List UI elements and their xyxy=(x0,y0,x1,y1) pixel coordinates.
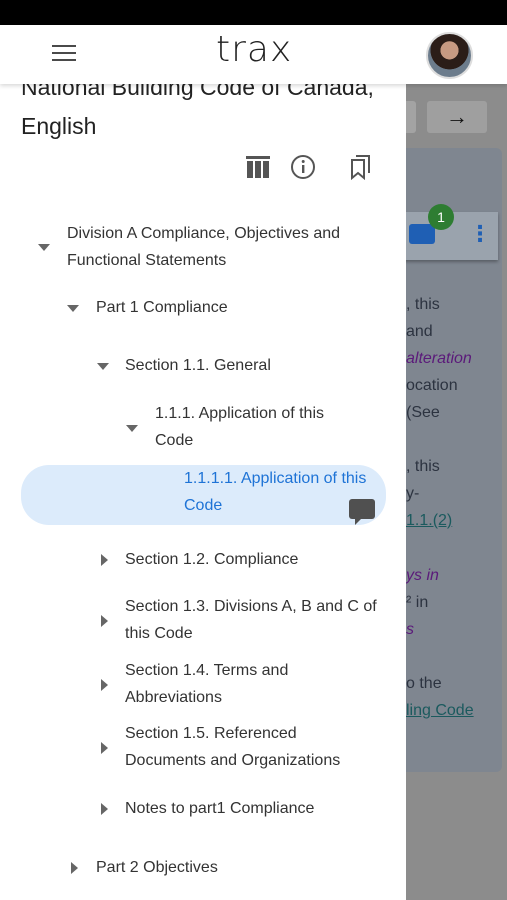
tree-item-section-1-2[interactable]: Section 1.2. Compliance xyxy=(0,546,406,573)
app-logo: trax xyxy=(216,29,293,70)
tree-item-part-2[interactable]: Part 2 Objectives xyxy=(0,854,406,881)
avatar[interactable] xyxy=(426,32,473,79)
tree-item-label: Section 1.1. General xyxy=(125,357,271,374)
content-fragment: o the xyxy=(406,675,442,692)
chevron-right-icon xyxy=(101,679,108,691)
tree-item-label: 1.1.1. Application of this Code xyxy=(155,405,324,449)
content-link[interactable]: ling Code xyxy=(406,702,474,720)
content-link[interactable]: 1.1.(2) xyxy=(406,512,452,530)
tree-item-section-1-3[interactable]: Section 1.3. Divisions A, B and C of thi… xyxy=(0,593,406,649)
tree-item-section-1-1[interactable]: Section 1.1. General xyxy=(0,352,406,379)
tree-item-division-a[interactable]: Division A Compliance, Objectives and Fu… xyxy=(0,220,406,276)
chevron-right-icon xyxy=(101,554,108,566)
chevron-down-icon xyxy=(38,244,50,251)
chevron-right-icon xyxy=(101,803,108,815)
content-fragment: ² in xyxy=(406,594,429,611)
content-fragment: s xyxy=(406,621,414,638)
content-fragment: , this xyxy=(406,296,440,313)
chevron-right-icon xyxy=(101,615,108,627)
comment-count-badge: 1 xyxy=(428,204,454,230)
comment-icon[interactable] xyxy=(409,224,435,244)
content-fragment: ocation xyxy=(406,377,458,394)
toc-drawer: National Building Code of Canada, Englis… xyxy=(0,84,406,900)
tree-item-label: Division A Compliance, Objectives and Fu… xyxy=(67,225,341,269)
chevron-down-icon xyxy=(126,425,138,432)
tree-item-label: Section 1.3. Divisions A, B and C of thi… xyxy=(125,598,377,642)
content-fragment: (See xyxy=(406,404,440,421)
tree-item-1-1-1-1[interactable]: 1.1.1.1. Application of this Code xyxy=(21,465,386,525)
chevron-right-icon xyxy=(101,742,108,754)
tree-item-notes-part-1[interactable]: Notes to part1 Compliance xyxy=(0,795,406,822)
more-options-icon[interactable]: ⋮ xyxy=(469,223,491,245)
tree-item-label: 1.1.1.1. Application of this Code xyxy=(184,470,367,514)
next-button[interactable]: → xyxy=(427,101,487,133)
tree-item-section-1-4[interactable]: Section 1.4. Terms and Abbreviations xyxy=(0,657,406,713)
app-bar: trax xyxy=(0,25,507,84)
status-bar xyxy=(0,0,507,25)
content-fragment: alteration xyxy=(406,350,472,367)
info-icon[interactable] xyxy=(290,154,316,180)
content-fragment: ys in xyxy=(406,567,439,584)
chevron-right-icon xyxy=(71,862,78,874)
chevron-down-icon xyxy=(67,305,79,312)
tree-item-1-1-1[interactable]: 1.1.1. Application of this Code xyxy=(0,400,406,456)
hamburger-icon[interactable] xyxy=(52,45,76,63)
library-icon[interactable] xyxy=(245,154,271,180)
content-fragment: y- xyxy=(406,485,420,502)
tree-item-label: Section 1.2. Compliance xyxy=(125,551,299,568)
bookmark-icon[interactable] xyxy=(347,154,373,180)
document-title: National Building Code of Canada, Englis… xyxy=(21,84,374,139)
tree-item-section-1-5[interactable]: Section 1.5. Referenced Documents and Or… xyxy=(0,720,406,776)
tree-item-label: Part 2 Objectives xyxy=(96,859,218,876)
tree-item-label: Part 1 Compliance xyxy=(96,299,228,316)
drawer-toolbar xyxy=(0,154,406,184)
tree-item-label: Section 1.4. Terms and Abbreviations xyxy=(125,662,289,706)
content-fragment: and xyxy=(406,323,433,340)
tree-item-part-1[interactable]: Part 1 Compliance xyxy=(0,294,406,321)
tree-item-label: Notes to part1 Compliance xyxy=(125,800,315,817)
tree-item-label: Section 1.5. Referenced Documents and Or… xyxy=(125,725,341,769)
chevron-down-icon xyxy=(97,363,109,370)
content-fragment: , this xyxy=(406,458,440,475)
comment-icon[interactable] xyxy=(349,499,375,525)
